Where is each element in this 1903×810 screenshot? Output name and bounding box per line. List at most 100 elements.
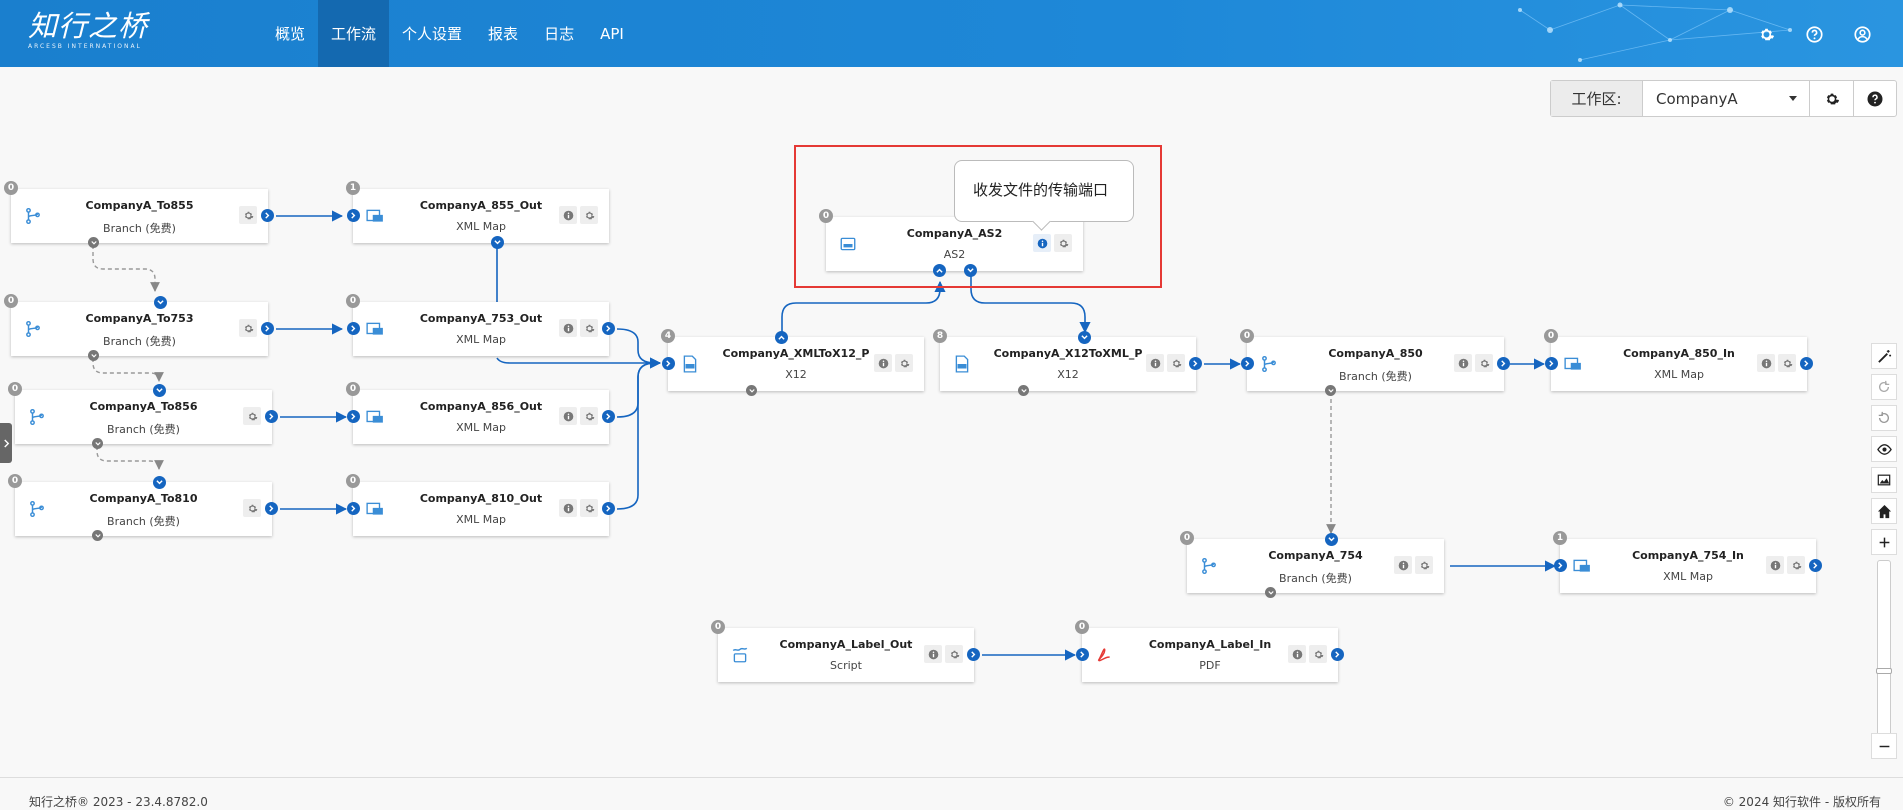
top-port[interactable]: [153, 476, 166, 489]
output-port[interactable]: [602, 502, 615, 515]
output-port[interactable]: [1497, 357, 1510, 370]
zoom-out-button[interactable]: [1871, 733, 1897, 759]
panel-toggle-button[interactable]: [0, 423, 12, 463]
node-settings-button[interactable]: [243, 407, 261, 425]
workflow-node[interactable]: 0 CompanyA_To810 Branch (免费): [8, 474, 278, 541]
input-port[interactable]: [1545, 357, 1558, 370]
node-info-button[interactable]: [559, 499, 577, 517]
input-port[interactable]: [347, 410, 360, 423]
branch-port[interactable]: [1265, 587, 1276, 598]
branch-port[interactable]: [88, 350, 99, 361]
nav-reports[interactable]: 报表: [475, 0, 531, 67]
workflow-node[interactable]: 4 CompanyA_XMLToX12_P X12: [661, 329, 924, 396]
output-port[interactable]: [265, 502, 278, 515]
node-settings-button[interactable]: [1778, 354, 1796, 372]
workflow-node[interactable]: 0 CompanyA_To753 Branch (免费): [4, 294, 274, 361]
workflow-node[interactable]: 1 CompanyA_855_Out XML Map: [346, 181, 609, 249]
branch-port[interactable]: [92, 530, 103, 541]
workflow-node[interactable]: 0 CompanyA_810_Out XML Map: [346, 474, 615, 536]
help-icon[interactable]: [1801, 21, 1827, 47]
bottom-port[interactable]: [491, 236, 504, 249]
branch-port[interactable]: [1325, 385, 1336, 396]
node-settings-button[interactable]: [1309, 645, 1327, 663]
node-settings-button[interactable]: [580, 407, 598, 425]
output-port[interactable]: [1800, 357, 1813, 370]
node-settings-button[interactable]: [580, 319, 598, 337]
output-port[interactable]: [967, 648, 980, 661]
workflow-node[interactable]: 1 CompanyA_754_In XML Map: [1553, 531, 1822, 593]
node-settings-button[interactable]: [243, 499, 261, 517]
nav-logs[interactable]: 日志: [531, 0, 587, 67]
top-port[interactable]: [153, 384, 166, 397]
input-port[interactable]: [1076, 648, 1089, 661]
node-settings-button[interactable]: [945, 645, 963, 663]
node-settings-button[interactable]: [580, 206, 598, 224]
output-port[interactable]: [1189, 357, 1202, 370]
node-info-button[interactable]: [1288, 645, 1306, 663]
node-settings-button[interactable]: [895, 354, 913, 372]
node-info-button[interactable]: [1766, 556, 1784, 574]
output-port[interactable]: [602, 410, 615, 423]
top-port[interactable]: [1325, 533, 1338, 546]
node-info-button[interactable]: [559, 319, 577, 337]
node-settings-button[interactable]: [1167, 354, 1185, 372]
node-info-button[interactable]: [1394, 556, 1412, 574]
zoom-slider[interactable]: [1876, 560, 1892, 740]
input-port[interactable]: [347, 209, 360, 222]
workflow-node[interactable]: 0 CompanyA_753_Out XML Map: [346, 294, 615, 356]
node-info-button[interactable]: [559, 206, 577, 224]
output-port[interactable]: [1809, 559, 1822, 572]
branch-port[interactable]: [88, 237, 99, 248]
bottom-port[interactable]: [746, 385, 757, 396]
node-info-button[interactable]: [1757, 354, 1775, 372]
nav-workflow[interactable]: 工作流: [318, 0, 390, 67]
node-info-button[interactable]: [559, 407, 577, 425]
home-button[interactable]: [1871, 498, 1897, 524]
output-port[interactable]: [261, 209, 274, 222]
input-port[interactable]: [347, 502, 360, 515]
workflow-node[interactable]: 0 CompanyA_Label_In PDF: [1075, 620, 1344, 682]
top-port[interactable]: [154, 296, 167, 309]
input-port[interactable]: [662, 357, 675, 370]
workflow-node[interactable]: 0 CompanyA_Label_Out Script: [711, 620, 980, 682]
output-port[interactable]: [261, 322, 274, 335]
node-settings-button[interactable]: [1475, 354, 1493, 372]
zoom-slider-handle[interactable]: [1876, 668, 1892, 674]
node-settings-button[interactable]: [239, 319, 257, 337]
auto-layout-button[interactable]: [1871, 343, 1897, 369]
top-port[interactable]: [1078, 331, 1091, 344]
input-port[interactable]: [1241, 357, 1254, 370]
gear-icon[interactable]: [1753, 21, 1779, 47]
node-settings-button[interactable]: [1415, 556, 1433, 574]
workflow-node[interactable]: 0 CompanyA_850 Branch (免费): [1240, 329, 1510, 396]
nav-api[interactable]: API: [587, 0, 637, 67]
user-icon[interactable]: [1849, 21, 1875, 47]
nav-profile[interactable]: 个人设置: [389, 0, 475, 67]
output-port[interactable]: [1331, 648, 1344, 661]
nav-overview[interactable]: 概览: [262, 0, 318, 67]
workflow-node[interactable]: 0 CompanyA_850_In XML Map: [1544, 329, 1813, 391]
workflow-node[interactable]: 8 CompanyA_X12ToXML_P X12: [933, 329, 1202, 396]
node-settings-button[interactable]: [1787, 556, 1805, 574]
output-port[interactable]: [602, 322, 615, 335]
redo-button[interactable]: [1871, 374, 1897, 400]
node-info-button[interactable]: [1454, 354, 1472, 372]
input-port[interactable]: [1554, 559, 1567, 572]
node-info-button[interactable]: [874, 354, 892, 372]
preview-button[interactable]: [1871, 436, 1897, 462]
node-info-button[interactable]: [1146, 354, 1164, 372]
app-logo[interactable]: 知行之桥 ARCESB INTERNATIONAL: [28, 10, 148, 56]
input-port[interactable]: [347, 322, 360, 335]
output-port[interactable]: [265, 410, 278, 423]
workflow-node[interactable]: 0 CompanyA_To856 Branch (免费): [8, 382, 278, 449]
export-image-button[interactable]: [1871, 467, 1897, 493]
node-info-button[interactable]: [924, 645, 942, 663]
zoom-in-button[interactable]: [1871, 529, 1897, 555]
branch-port[interactable]: [92, 438, 103, 449]
undo-button[interactable]: [1871, 405, 1897, 431]
workflow-node[interactable]: 0 CompanyA_754 Branch (免费): [1180, 531, 1444, 598]
workflow-node[interactable]: 0 CompanyA_To855 Branch (免费): [4, 181, 274, 248]
bottom-port[interactable]: [1018, 385, 1029, 396]
top-port[interactable]: [775, 331, 788, 344]
node-settings-button[interactable]: [239, 206, 257, 224]
